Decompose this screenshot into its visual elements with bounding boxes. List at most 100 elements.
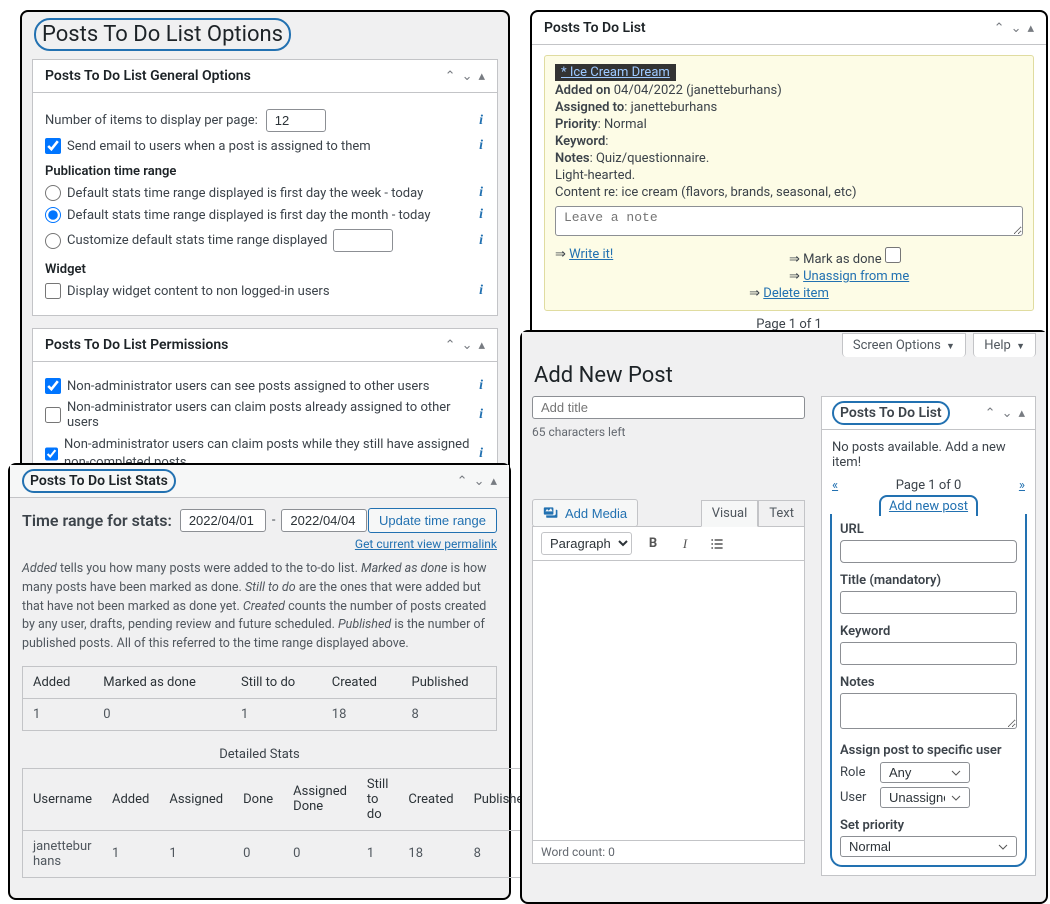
th-created: Created xyxy=(322,666,402,698)
info-icon[interactable]: i xyxy=(479,138,483,154)
info-icon[interactable]: i xyxy=(479,185,483,201)
list-button[interactable] xyxy=(706,533,728,555)
triangle-up-icon[interactable]: ▴ xyxy=(478,338,485,353)
chevron-up-icon[interactable]: ⌃ xyxy=(994,21,1005,36)
metabox-controls: ⌃ ⌄ ▴ xyxy=(457,474,497,489)
perm-claim-others-checkbox[interactable] xyxy=(45,407,61,423)
perm-claim-pending-checkbox[interactable] xyxy=(45,446,58,462)
post-left: 65 characters left Add Media Visual Text… xyxy=(532,396,805,892)
th-published: Published xyxy=(402,666,497,698)
chevron-up-icon[interactable]: ⌃ xyxy=(457,474,468,489)
priority-select[interactable]: Normal xyxy=(840,836,1017,857)
general-options-header[interactable]: Posts To Do List General Options ⌃ ⌄ ▴ xyxy=(33,60,497,93)
date-from-input[interactable] xyxy=(180,509,266,532)
editor-tabs: Visual Text xyxy=(701,500,805,527)
permalink-link[interactable]: Get current view permalink xyxy=(355,537,497,551)
widget-display-label: Display widget content to non logged-in … xyxy=(67,284,330,299)
detailed-caption: Detailed Stats xyxy=(22,741,497,768)
chevron-up-icon[interactable]: ⌃ xyxy=(445,69,456,84)
range-month-radio[interactable] xyxy=(45,207,61,223)
chevron-up-icon[interactable]: ⌃ xyxy=(445,338,456,353)
info-icon[interactable]: i xyxy=(479,446,483,462)
sidebar-title-text: Posts To Do List xyxy=(832,401,950,425)
triangle-down-icon: ▼ xyxy=(946,342,955,352)
send-email-label: Send email to users when a post is assig… xyxy=(67,139,371,154)
screen-options-button[interactable]: Screen Options ▼ xyxy=(842,333,966,357)
chars-left: 65 characters left xyxy=(532,425,805,439)
triangle-up-icon[interactable]: ▴ xyxy=(490,474,497,489)
add-new-tab: Add new post xyxy=(879,495,978,516)
title-input[interactable] xyxy=(840,591,1017,614)
url-input[interactable] xyxy=(840,540,1017,563)
todo-item-link[interactable]: * Ice Cream Dream xyxy=(561,65,670,80)
date-to-input[interactable] xyxy=(281,509,367,532)
add-media-button[interactable]: Add Media xyxy=(532,499,638,527)
stats-body: Time range for stats: - Update time rang… xyxy=(10,498,509,898)
assign-group: Assign post to specific user Role Any Us… xyxy=(840,743,1017,808)
mark-done-action: ⇒ Mark as done xyxy=(789,247,1023,267)
send-email-row: Send email to users when a post is assig… xyxy=(45,138,485,154)
help-button[interactable]: Help ▼ xyxy=(973,333,1036,357)
date-sep: - xyxy=(272,513,276,528)
todo-actions: ⇒ Write it! ⇒ Mark as done ⇒ Unassign fr… xyxy=(555,246,1023,302)
tab-text[interactable]: Text xyxy=(758,500,805,527)
chevron-down-icon[interactable]: ⌄ xyxy=(1002,406,1013,421)
widget-display-checkbox[interactable] xyxy=(45,283,61,299)
perm-see-others-checkbox[interactable] xyxy=(45,378,61,394)
bold-button[interactable]: B xyxy=(642,533,664,555)
write-it-link[interactable]: Write it! xyxy=(569,247,613,262)
chevron-down-icon[interactable]: ⌄ xyxy=(474,474,485,489)
range-week-radio[interactable] xyxy=(45,185,61,201)
keyword-input[interactable] xyxy=(840,642,1017,665)
chevron-down-icon[interactable]: ⌄ xyxy=(462,69,473,84)
info-icon[interactable]: i xyxy=(479,407,483,423)
range-custom-input[interactable] xyxy=(333,229,393,252)
user-select[interactable]: Unassigned xyxy=(880,787,970,808)
info-icon[interactable]: i xyxy=(479,233,483,249)
page-info: Page 1 of 0 xyxy=(896,478,962,493)
leave-note-textarea[interactable] xyxy=(555,206,1023,236)
mark-done-checkbox[interactable] xyxy=(885,247,901,263)
role-row: Role Any xyxy=(840,762,1017,783)
next-page-link[interactable]: » xyxy=(1019,478,1025,493)
info-icon[interactable]: i xyxy=(479,113,483,129)
chevron-down-icon[interactable]: ⌄ xyxy=(462,338,473,353)
delete-link[interactable]: Delete item xyxy=(763,286,829,301)
triangle-up-icon[interactable]: ▴ xyxy=(478,69,485,84)
update-time-range-button[interactable]: Update time range xyxy=(368,508,497,533)
sidebar-header[interactable]: Posts To Do List ⌃ ⌄ ▴ xyxy=(822,397,1035,430)
triangle-up-icon[interactable]: ▴ xyxy=(1018,406,1025,421)
info-icon[interactable]: i xyxy=(479,378,483,394)
info-icon[interactable]: i xyxy=(479,207,483,223)
stats-header[interactable]: Posts To Do List Stats ⌃ ⌄ ▴ xyxy=(10,465,509,498)
post-title-input[interactable] xyxy=(532,396,805,419)
prev-page-link[interactable]: « xyxy=(832,478,838,493)
permissions-header[interactable]: Posts To Do List Permissions ⌃ ⌄ ▴ xyxy=(33,329,497,362)
tab-visual[interactable]: Visual xyxy=(701,500,759,527)
chevron-down-icon[interactable]: ⌄ xyxy=(1011,21,1022,36)
editor-body[interactable] xyxy=(532,561,805,841)
info-icon[interactable]: i xyxy=(479,283,483,299)
options-panel: Posts To Do List Options Posts To Do Lis… xyxy=(20,10,510,503)
post-sidebar: Posts To Do List ⌃ ⌄ ▴ No posts availabl… xyxy=(821,396,1036,892)
unassign-link[interactable]: Unassign from me xyxy=(803,269,909,284)
perm-claim-others-label: Non-administrator users can claim posts … xyxy=(67,400,485,430)
add-new-post-link[interactable]: Add new post xyxy=(889,499,968,514)
triangle-up-icon[interactable]: ▴ xyxy=(1027,21,1034,36)
mark-done-label: Mark as done xyxy=(803,252,881,267)
role-label: Role xyxy=(840,765,872,780)
range-custom-radio[interactable] xyxy=(45,233,61,249)
todo-header[interactable]: Posts To Do List ⌃ ⌄ ▴ xyxy=(532,12,1046,45)
notes-textarea[interactable] xyxy=(840,693,1017,729)
role-select[interactable]: Any xyxy=(880,762,970,783)
send-email-checkbox[interactable] xyxy=(45,138,61,154)
italic-button[interactable]: I xyxy=(674,533,696,555)
detailed-table: Username Added Assigned Done Assigned Do… xyxy=(22,768,542,878)
format-select[interactable]: Paragraph xyxy=(541,532,632,555)
table-row: janetteburhans 1 1 0 0 1 18 8 xyxy=(23,830,542,877)
chevron-up-icon[interactable]: ⌃ xyxy=(985,406,996,421)
stats-title: Posts To Do List Stats xyxy=(22,473,457,489)
keyword-group: Keyword xyxy=(840,624,1017,665)
media-row: Add Media Visual Text xyxy=(532,499,805,527)
items-per-page-input[interactable] xyxy=(266,109,326,132)
